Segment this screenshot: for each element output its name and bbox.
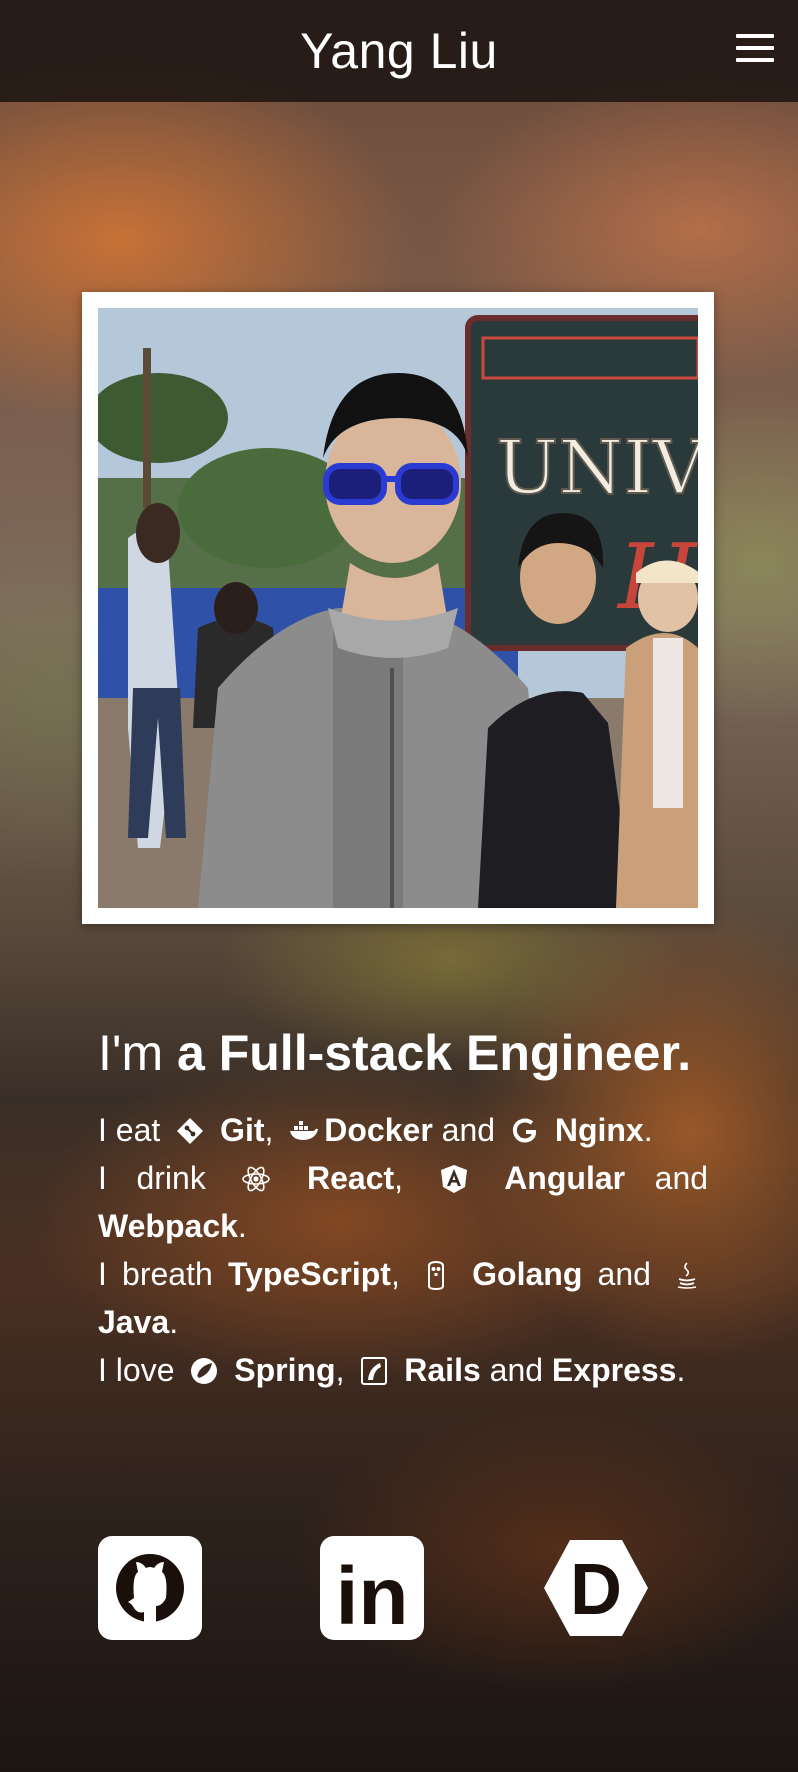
tech-name: Git — [220, 1112, 265, 1148]
react-icon — [241, 1164, 271, 1194]
headline-role: Full-stack Engineer. — [218, 1025, 692, 1081]
stack-verb: I love — [98, 1352, 175, 1388]
punctuation: . — [643, 1112, 653, 1148]
svg-text:in: in — [336, 1551, 409, 1640]
linkedin-icon: in — [320, 1536, 424, 1640]
social-links: in D — [98, 1536, 658, 1640]
site-title[interactable]: Yang Liu — [300, 22, 498, 80]
profile-photo-illustration: UNIVER H — [98, 308, 698, 908]
stack-line-love: I love Spring, Rails and Express. — [98, 1346, 708, 1394]
dev-link[interactable]: D — [544, 1536, 648, 1640]
profile-photo-frame: UNIVER H — [82, 292, 714, 924]
headline-prefix: I'm — [98, 1025, 164, 1081]
punctuation: . — [169, 1304, 179, 1340]
intro-section: I'm a Full-stack Engineer. I eat Git, Do… — [98, 1020, 708, 1394]
tech-name: Webpack — [98, 1208, 238, 1244]
angular-icon — [439, 1164, 469, 1194]
hamburger-menu-icon[interactable] — [736, 34, 774, 62]
tech-name: TypeScript — [227, 1256, 391, 1292]
headline-article: a — [177, 1025, 205, 1081]
profile-photo: UNIVER H — [98, 308, 698, 908]
svg-text:D: D — [570, 1550, 622, 1630]
headline: I'm a Full-stack Engineer. — [98, 1020, 708, 1086]
tech-name: React — [306, 1160, 395, 1196]
java-icon — [672, 1260, 702, 1290]
conjunction: and — [489, 1352, 544, 1388]
tech-name: Golang — [472, 1256, 583, 1292]
tech-stack-paragraph: I eat Git, Docker and Nginx. I drink Rea… — [98, 1106, 708, 1394]
tech-name: Java — [98, 1304, 170, 1340]
git-icon — [175, 1116, 205, 1146]
rails-icon — [359, 1356, 389, 1386]
docker-icon — [288, 1116, 319, 1146]
conjunction: and — [654, 1160, 709, 1196]
tech-name: Angular — [504, 1160, 626, 1196]
dev-icon: D — [544, 1540, 648, 1636]
stack-verb: I drink — [98, 1160, 206, 1196]
punctuation: . — [237, 1208, 247, 1244]
menu-bar-line — [736, 46, 774, 50]
punctuation: , — [264, 1112, 274, 1148]
tech-name: Express — [551, 1352, 677, 1388]
spring-icon — [189, 1356, 219, 1386]
github-icon — [98, 1536, 202, 1640]
tech-name: Spring — [234, 1352, 336, 1388]
punctuation: , — [390, 1256, 400, 1292]
punctuation: , — [335, 1352, 345, 1388]
github-link[interactable] — [98, 1536, 202, 1640]
stack-line-drink: I drink React, Angular and Webpack. — [98, 1154, 708, 1250]
nginx-icon — [510, 1116, 540, 1146]
menu-bar-line — [736, 34, 774, 38]
punctuation: . — [676, 1352, 686, 1388]
tech-name: Rails — [404, 1352, 481, 1388]
photo-sign-text: UNIVER — [496, 425, 698, 511]
linkedin-link[interactable]: in — [320, 1536, 424, 1640]
menu-bar-line — [736, 58, 774, 62]
stack-verb: I breath — [98, 1256, 213, 1292]
stack-verb: I eat — [98, 1112, 161, 1148]
tech-name: Nginx — [554, 1112, 644, 1148]
golang-gopher-icon — [421, 1260, 451, 1290]
conjunction: and — [597, 1256, 651, 1292]
stack-line-breath: I breath TypeScript, Golang and Java. — [98, 1250, 708, 1346]
conjunction: and — [441, 1112, 496, 1148]
top-navigation-bar: Yang Liu — [0, 0, 798, 102]
tech-name: Docker — [324, 1112, 433, 1148]
punctuation: , — [394, 1160, 404, 1196]
stack-line-eat: I eat Git, Docker and Nginx. — [98, 1106, 708, 1154]
